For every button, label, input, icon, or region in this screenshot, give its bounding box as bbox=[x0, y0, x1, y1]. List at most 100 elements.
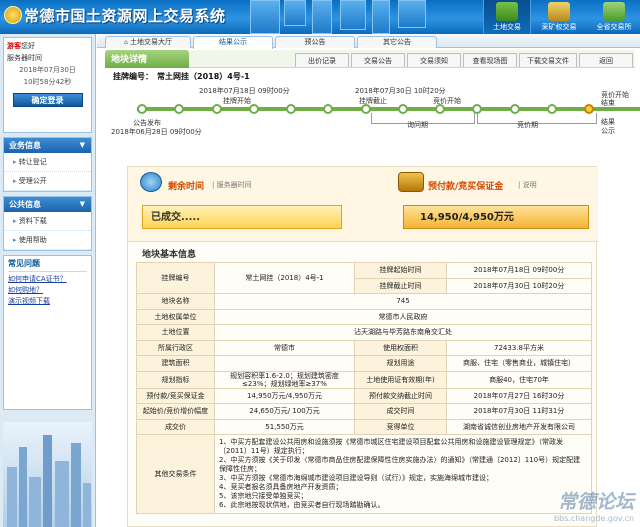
timeline-time: 2018年07月30日 10时20分 bbox=[355, 87, 446, 95]
logo-emblem-icon bbox=[4, 6, 22, 24]
nav-land-trade[interactable]: 土地交易 bbox=[483, 0, 531, 34]
listing-code-value: 常土网挂（2018）4号-1 bbox=[214, 262, 355, 294]
tab-other-notice[interactable]: 其它公告 bbox=[357, 36, 437, 48]
deposit-deadline-value: 2018年07月27日 16时30分 bbox=[446, 387, 592, 404]
parcel-info-table: 挂牌编号 常土网挂（2018）4号-1 挂牌起始时间 2018年07月18日 0… bbox=[136, 262, 592, 514]
buyer-label: 竞得单位 bbox=[354, 418, 447, 435]
nav-province-exchange[interactable]: 全省交易所 bbox=[590, 0, 638, 34]
server-time: 10时58分42秒 bbox=[23, 78, 72, 86]
trade-timeline: 2018年07月18日 09时00分 2018年07月30日 10时20分 挂牌… bbox=[97, 86, 640, 142]
timeline-node bbox=[174, 104, 184, 114]
parcel-detail-panel: 剩余时间 | 服务器时间 预付款/竞买保证金 | 说明 已成交..... 14,… bbox=[127, 166, 598, 527]
listing-end-label: 挂牌截止时间 bbox=[354, 277, 447, 294]
table-row: 起始价/竞价增价幅度 24,650万元/ 100万元 成交时间 2018年07月… bbox=[136, 403, 592, 420]
tab-result-notice[interactable]: 结果公示 bbox=[193, 36, 273, 49]
buyer-value: 湖南省诚信创业房地产开发有限公司 bbox=[446, 418, 592, 435]
plan-value: 规划容积率1.6-2.0；规划建筑密度≤23%；规划绿地率≥37% bbox=[214, 370, 355, 389]
greeting: 游客您好 bbox=[7, 42, 35, 50]
clock-icon bbox=[140, 172, 162, 192]
condition-line: 4、竞买者报名须具备房地产开发资质； bbox=[219, 483, 343, 491]
table-row: 所属行政区 常德市 使用权面积 72433.8平方米 bbox=[136, 339, 592, 356]
trade-rules-button[interactable]: 交易须知 bbox=[407, 53, 461, 67]
deal-time-value: 2018年07月30日 11时31分 bbox=[446, 403, 592, 420]
site-header: 常德市国土资源网上交易系统 土地交易 采矿权交易 全省交易所 bbox=[0, 0, 640, 34]
timeline-time: 2018年06月28日 09时00分 bbox=[111, 128, 202, 136]
faq-link-video[interactable]: 演示视频下载 bbox=[8, 296, 87, 307]
sidebar-item-transfer-register[interactable]: 转让登记 bbox=[4, 153, 91, 172]
back-button[interactable]: 返回 bbox=[579, 53, 633, 67]
table-row: 规划指标 规划容积率1.6-2.0；规划建筑密度≤23%；规划绿地率≥37% 土… bbox=[136, 370, 592, 389]
trade-status-header: 剩余时间 | 服务器时间 预付款/竞买保证金 | 说明 已成交..... 14,… bbox=[128, 167, 598, 242]
remaining-time-label: 剩余时间 bbox=[168, 182, 205, 192]
download-files-button[interactable]: 下载交易文件 bbox=[519, 53, 577, 67]
deal-price-value: 51,550万元 bbox=[214, 418, 355, 435]
parcel-detail-title: 地块详情 bbox=[105, 50, 189, 68]
listing-code-label: 挂牌编号 bbox=[136, 262, 215, 294]
condition-line: 3、中买方须按《常德市海绵城市建设项目建设导则（试行）》规定，实施海绵城市建设； bbox=[219, 474, 493, 482]
timeline-period: 竞价期 bbox=[517, 121, 538, 129]
login-button[interactable]: 确定登录 bbox=[12, 93, 83, 107]
parcel-subnav: 地块详情 出价记录 交易公告 交易须知 查看现场图 下载交易文件 返回 bbox=[105, 50, 635, 68]
table-row: 其他交易条件 1、中买方配套建设公共用房和设施须按《常德市城区住宅建设项目配套公… bbox=[136, 434, 592, 514]
site-map-button[interactable]: 查看现场图 bbox=[463, 53, 517, 67]
timeline-node bbox=[249, 104, 259, 114]
server-time-label: 服务器时间 bbox=[7, 54, 42, 62]
bid-records-button[interactable]: 出价记录 bbox=[295, 53, 349, 67]
forum-watermark: 常德论坛 bbs.changde.gov.cn bbox=[554, 487, 634, 523]
sidebar-item-public-acceptance[interactable]: 受理公开 bbox=[4, 172, 91, 191]
sidebar-item-downloads[interactable]: 资料下载 bbox=[4, 212, 91, 231]
collapse-icon[interactable]: ▼ bbox=[80, 138, 85, 153]
deposit-caption: | 说明 bbox=[518, 181, 537, 189]
term-value: 商服40，住宅70年 bbox=[446, 370, 592, 389]
area-value: 72433.8平方米 bbox=[446, 339, 592, 356]
sidebar-item-help[interactable]: 使用帮助 bbox=[4, 231, 91, 250]
server-date: 2018年07月30日 bbox=[19, 66, 76, 74]
site-title: 常德市国土资源网上交易系统 bbox=[24, 7, 226, 25]
timeline-time: 2018年07月18日 09时00分 bbox=[199, 87, 290, 95]
login-panel: 游客您好 服务器时间 2018年07月30日 10时58分42秒 确定登录 bbox=[3, 37, 92, 133]
table-row: 地块名称 745 bbox=[136, 293, 592, 310]
condition-line: 2、中买方须按《关于印发〈常德市商品住房配建保障性住房实施办法〉的通知》（常建通… bbox=[219, 456, 581, 473]
timeline-stage: 挂牌开始 bbox=[223, 97, 251, 105]
business-info-header[interactable]: 业务信息 ▼ bbox=[4, 138, 91, 153]
skyline-decor bbox=[372, 0, 390, 34]
timeline-node bbox=[286, 104, 296, 114]
deposit-row-value: 14,950万元/4,950万元 bbox=[214, 387, 355, 404]
nav-mining-trade[interactable]: 采矿权交易 bbox=[535, 0, 583, 34]
faq-link-ca[interactable]: 如何申请CA证书？ bbox=[8, 274, 87, 285]
skyline-decor bbox=[284, 0, 306, 26]
tab-pre-notice[interactable]: 预公告 bbox=[275, 36, 355, 48]
public-info-header[interactable]: 公共信息 ▼ bbox=[4, 197, 91, 212]
watermark-text: 常德论坛 bbox=[557, 491, 634, 513]
deal-price-label: 成交价 bbox=[136, 418, 215, 435]
purpose-value: 商服、住宅（零售商业，城镇住宅） bbox=[446, 355, 592, 372]
building-area-value bbox=[214, 355, 355, 372]
skyline-decor bbox=[398, 0, 426, 28]
parcel-name-value: 745 bbox=[214, 293, 592, 310]
deposit-row-label: 预付款/竞买保证金 bbox=[136, 387, 215, 404]
condition-line: 1、中买方配套建设公共用房和设施须按《常德市城区住宅建设项目配套公共用房和设施建… bbox=[219, 438, 563, 455]
main-content: ⌂ 土地交易大厅 结果公示 预公告 其它公告 地块详情 出价记录 交易公告 交易… bbox=[97, 34, 640, 527]
building-area-label: 建筑面积 bbox=[136, 355, 215, 372]
timeline-node bbox=[212, 104, 222, 114]
sidebar: 游客您好 服务器时间 2018年07月30日 10时58分42秒 确定登录 业务… bbox=[0, 34, 96, 527]
deal-time-label: 成交时间 bbox=[354, 403, 447, 420]
business-info-section: 业务信息▼ 转让登记 受理公开 bbox=[3, 137, 92, 192]
skyline-decor bbox=[340, 0, 366, 30]
tab-land-hall[interactable]: ⌂ 土地交易大厅 bbox=[105, 36, 191, 48]
location-label: 土地位置 bbox=[136, 324, 215, 341]
listing-start-value: 2018年07月18日 09时00分 bbox=[446, 262, 592, 279]
money-icon bbox=[398, 172, 424, 192]
public-info-section: 公共信息▼ 资料下载 使用帮助 bbox=[3, 196, 92, 251]
start-price-value: 24,650万元/ 100万元 bbox=[214, 403, 355, 420]
mining-icon bbox=[548, 2, 570, 21]
other-conditions-value: 1、中买方配套建设公共用房和设施须按《常德市城区住宅建设项目配套公共用房和设施建… bbox=[214, 434, 592, 514]
collapse-icon[interactable]: ▼ bbox=[80, 197, 85, 212]
server-time-caption: | 服务器时间 bbox=[212, 181, 252, 189]
location-value: 沾天湖路与毕芳路东南角交汇处 bbox=[214, 324, 592, 341]
skyline-decor bbox=[312, 0, 332, 34]
faq-link-buy-land[interactable]: 如何购地？ bbox=[8, 285, 87, 296]
district-label: 所属行政区 bbox=[136, 339, 215, 356]
plan-label: 规划指标 bbox=[136, 370, 215, 389]
trade-notice-button[interactable]: 交易公告 bbox=[351, 53, 405, 67]
